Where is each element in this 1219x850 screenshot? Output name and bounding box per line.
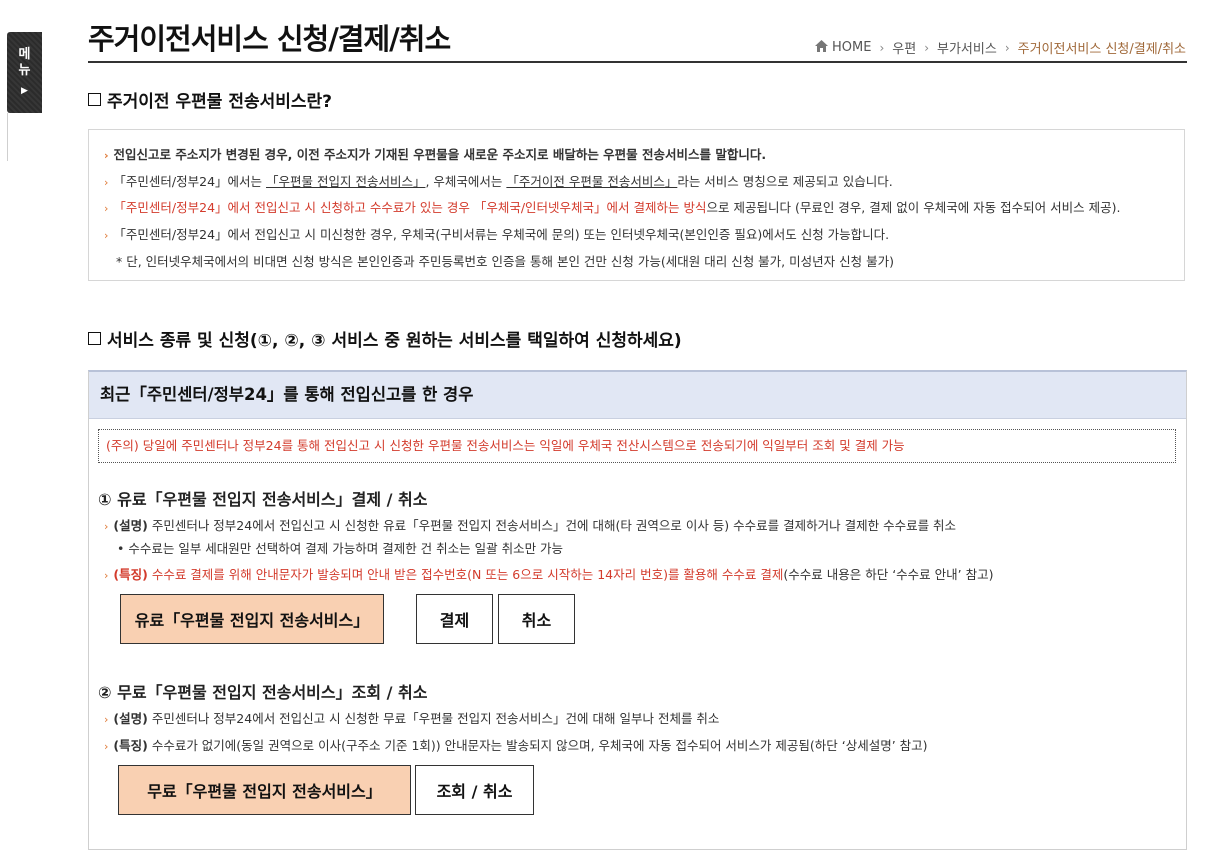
bullet-icon: › xyxy=(104,740,109,753)
free-service-button[interactable]: 무료「우편물 전입지 전송서비스」 xyxy=(118,765,411,815)
intro-line-2d: 「주거이전 우편물 전송서비스」 xyxy=(506,174,678,189)
intro-line-4-text: 「주민센터/정부24」에서 전입신고 시 미신청한 경우, 우체국(구비서류는 … xyxy=(113,227,890,242)
free-feature: › (특징) 수수료가 없기에(동일 권역으로 이사(구주소 기준 1회)) 안내… xyxy=(104,735,928,754)
intro-heading-text: 주거이전 우편물 전송서비스란? xyxy=(107,92,333,112)
bullet-icon: › xyxy=(104,713,109,726)
free-desc-label: (설명) xyxy=(113,711,148,726)
bullet-icon: › xyxy=(104,202,109,215)
paid-feature-rest: (수수료 내용은 하단 ‘수수료 안내’ 참고) xyxy=(783,567,994,582)
intro-line-2c: , 우체국에서는 xyxy=(425,174,507,189)
chevron-right-icon: › xyxy=(1004,40,1010,55)
intro-line-1: › 전입신고로 주소지가 변경된 경우, 이전 주소지가 기재된 우편물을 새로운… xyxy=(104,144,766,163)
services-panel: 최근「주민센터/정부24」를 통해 전입신고를 한 경우 (주의) 당일에 주민… xyxy=(88,370,1187,850)
paid-service-button[interactable]: 유료「우편물 전입지 전송서비스」 xyxy=(120,594,384,644)
intro-heading: 주거이전 우편물 전송서비스란? xyxy=(88,87,332,112)
intro-box: › 전입신고로 주소지가 변경된 경우, 이전 주소지가 기재된 우편물을 새로운… xyxy=(88,129,1185,281)
chevron-right-icon: › xyxy=(924,40,929,55)
free-desc-text: 주민센터나 정부24에서 전입신고 시 신청한 무료「우편물 전입지 전송서비스… xyxy=(147,711,720,726)
title-divider xyxy=(88,61,1187,63)
bullet-icon: › xyxy=(104,149,109,162)
intro-line-2e: 라는 서비스 명칭으로 제공되고 있습니다. xyxy=(677,174,893,189)
services-heading-text: 서비스 종류 및 신청(①, ②, ③ 서비스 중 원하는 서비스를 택일하여 … xyxy=(107,331,682,351)
menu-arrow-icon: ▶ xyxy=(21,85,28,96)
side-menu-label-1: 메 xyxy=(18,46,31,62)
bullet-icon: › xyxy=(104,569,109,582)
notice-box: (주의) 당일에 주민센터나 정부24를 통해 전입신고 시 신청한 우편물 전… xyxy=(98,429,1176,463)
intro-line-1-text: 전입신고로 주소지가 변경된 경우, 이전 주소지가 기재된 우편물을 새로운 … xyxy=(113,147,767,162)
chevron-right-icon: › xyxy=(879,40,885,55)
breadcrumb-item-extra[interactable]: 부가서비스 xyxy=(937,38,997,57)
breadcrumb-item-current: 주거이전서비스 신청/결제/취소 xyxy=(1017,42,1186,57)
paid-feature-red: 수수료 결제를 위해 안내문자가 발송되며 안내 받은 접수번호(N 또는 6으… xyxy=(147,567,784,582)
paid-feature-label: (특징) xyxy=(113,567,148,582)
free-service-title: ② 무료「우편물 전입지 전송서비스」조회 / 취소 xyxy=(98,683,428,702)
intro-line-3-rest: 으로 제공됩니다 (무료인 경우, 결제 없이 우체국에 자동 접수되어 서비스… xyxy=(706,200,1121,215)
pay-button[interactable]: 결제 xyxy=(416,594,493,644)
panel-title: 최근「주민센터/정부24」를 통해 전입신고를 한 경우 xyxy=(89,372,1186,419)
paid-desc-text: 주민센터나 정부24에서 전입신고 시 신청한 유료「우편물 전입지 전송서비스… xyxy=(147,518,957,533)
intro-line-4: › 「주민센터/정부24」에서 전입신고 시 미신청한 경우, 우체국(구비서류는… xyxy=(104,224,889,243)
intro-line-2a: 「주민센터/정부24」에서는 xyxy=(113,174,266,189)
breadcrumb-home[interactable]: HOME xyxy=(815,40,871,55)
bullet-icon: › xyxy=(104,176,109,189)
intro-line-2b: 「우편물 전입지 전송서비스」 xyxy=(266,174,426,189)
breadcrumb-home-label: HOME xyxy=(832,40,872,55)
free-feature-label: (특징) xyxy=(113,738,148,753)
breadcrumb-item-post[interactable]: 우편 xyxy=(892,38,916,57)
checkbox-square-icon xyxy=(88,332,101,345)
paid-desc-label: (설명) xyxy=(113,518,148,533)
services-heading: 서비스 종류 및 신청(①, ②, ③ 서비스 중 원하는 서비스를 택일하여 … xyxy=(88,326,682,351)
paid-desc: › (설명) 주민센터나 정부24에서 전입신고 시 신청한 유료「우편물 전입지… xyxy=(104,515,956,534)
intro-line-2: › 「주민센터/정부24」에서는 「우편물 전입지 전송서비스」, 우체국에서는 … xyxy=(104,171,893,190)
intro-line-3: › 「주민센터/정부24」에서 전입신고 시 신청하고 수수료가 있는 경우 「우… xyxy=(104,197,1120,216)
paid-sub-note: • 수수료는 일부 세대원만 선택하여 결제 가능하며 결제한 건 취소는 일괄… xyxy=(117,541,564,556)
free-feature-text: 수수료가 없기에(동일 권역으로 이사(구주소 기준 1회)) 안내문자는 발송… xyxy=(147,738,928,753)
paid-feature: › (특징) 수수료 결제를 위해 안내문자가 발송되며 안내 받은 접수번호(N… xyxy=(104,564,993,583)
breadcrumb: HOME › 우편 › 부가서비스 › 주거이전서비스 신청/결제/취소 xyxy=(815,38,1186,57)
page-title: 주거이전서비스 신청/결제/취소 xyxy=(88,22,451,56)
paid-service-title: ① 유료「우편물 전입지 전송서비스」결제 / 취소 xyxy=(98,490,428,509)
intro-note: * 단, 인터넷우체국에서의 비대면 신청 방식은 본인인증과 주민등록번호 인… xyxy=(116,254,894,269)
menu-divider xyxy=(7,113,8,161)
side-menu-toggle[interactable]: 메 뉴 ▶ xyxy=(7,32,42,113)
home-icon xyxy=(815,40,828,52)
cancel-button[interactable]: 취소 xyxy=(498,594,575,644)
bullet-icon: › xyxy=(104,520,109,533)
side-menu-label-2: 뉴 xyxy=(18,62,31,78)
checkbox-square-icon xyxy=(88,93,101,106)
intro-line-3-red: 「주민센터/정부24」에서 전입신고 시 신청하고 수수료가 있는 경우 「우체… xyxy=(113,200,707,215)
free-desc: › (설명) 주민센터나 정부24에서 전입신고 시 신청한 무료「우편물 전입지… xyxy=(104,708,719,727)
lookup-cancel-button[interactable]: 조회 / 취소 xyxy=(415,765,534,815)
bullet-icon: › xyxy=(104,229,109,242)
